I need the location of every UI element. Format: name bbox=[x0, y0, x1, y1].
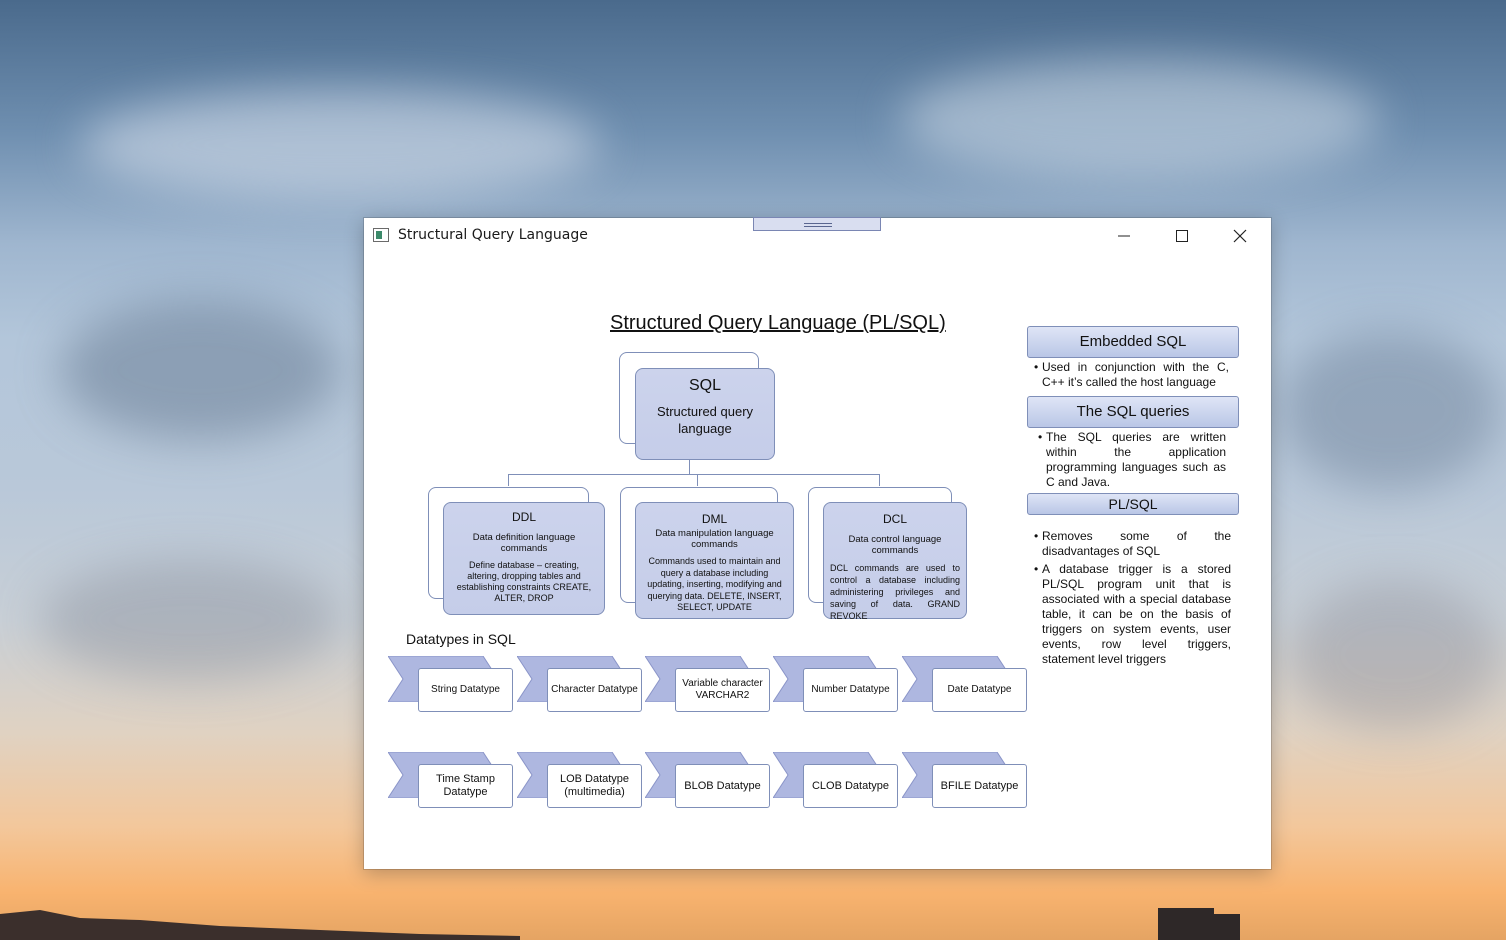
dml-subtitle: Data manipulation language commands bbox=[655, 528, 774, 550]
embedded-sql-heading-text: Embedded SQL bbox=[1079, 333, 1187, 350]
drag-handle[interactable] bbox=[753, 217, 881, 231]
app-window: Structural Query Language Structured Que… bbox=[364, 217, 1271, 869]
cloud bbox=[80, 90, 600, 200]
dml-title: DML bbox=[701, 512, 728, 526]
cloud bbox=[60, 300, 340, 440]
plsql-text: • Removes some of the disadvantages of SQ… bbox=[1034, 529, 1231, 666]
ddl-node: DDL Data definition language commands De… bbox=[443, 502, 605, 615]
datatype-box: LOB Datatype (multimedia) bbox=[547, 764, 642, 808]
datatype-box: CLOB Datatype bbox=[803, 764, 898, 808]
cloud bbox=[40, 560, 340, 680]
dcl-title: DCL bbox=[882, 512, 907, 526]
close-icon bbox=[1233, 229, 1247, 243]
ddl-title: DDL bbox=[511, 510, 536, 524]
cloud bbox=[900, 60, 1380, 180]
embedded-sql-bullet: Used in conjunction with the C, C++ it’s… bbox=[1042, 360, 1229, 389]
sql-queries-heading: The SQL queries bbox=[1027, 396, 1239, 428]
sql-root-subtitle: Structured query language bbox=[656, 404, 754, 436]
slide-title: Structured Query Language (PL/SQL) bbox=[610, 312, 946, 334]
connector bbox=[697, 474, 698, 486]
dml-description: Commands used to maintain and query a da… bbox=[647, 556, 782, 612]
dcl-subtitle: Data control language commands bbox=[848, 534, 942, 556]
connector bbox=[508, 474, 880, 475]
embedded-sql-heading: Embedded SQL bbox=[1027, 326, 1239, 358]
connector bbox=[689, 460, 690, 474]
connector bbox=[508, 474, 509, 486]
ddl-description: Define database – creating, altering, dr… bbox=[456, 560, 592, 603]
datatype-box: Date Datatype bbox=[932, 668, 1027, 712]
datatype-box: Character Datatype bbox=[547, 668, 642, 712]
plsql-heading: PL/SQL bbox=[1027, 493, 1239, 515]
minimize-icon bbox=[1118, 235, 1130, 237]
plsql-bullet: Removes some of the disadvantages of SQL bbox=[1042, 529, 1231, 558]
minimize-button[interactable] bbox=[1095, 218, 1153, 254]
app-icon bbox=[373, 228, 389, 242]
close-button[interactable] bbox=[1211, 218, 1269, 254]
sql-root-node: SQL Structured query language bbox=[635, 368, 775, 460]
city-skyline bbox=[0, 908, 1240, 940]
sql-root-title: SQL bbox=[688, 377, 721, 394]
dcl-description: DCL commands are used to control a datab… bbox=[830, 563, 960, 621]
embedded-sql-text: • Used in conjunction with the C, C++ it’… bbox=[1034, 360, 1229, 389]
dcl-node: DCL Data control language commands DCL c… bbox=[823, 502, 967, 621]
datatypes-heading: Datatypes in SQL bbox=[406, 631, 516, 647]
datatype-box: Variable character VARCHAR2 bbox=[675, 668, 770, 712]
ddl-subtitle: Data definition language commands bbox=[472, 532, 576, 554]
maximize-icon bbox=[1176, 230, 1188, 242]
cloud bbox=[1280, 330, 1500, 490]
datatype-box: Number Datatype bbox=[803, 668, 898, 712]
sql-queries-heading-text: The SQL queries bbox=[1076, 403, 1190, 420]
cloud bbox=[1290, 580, 1500, 730]
plsql-heading-text: PL/SQL bbox=[1108, 496, 1158, 512]
datatype-box: BLOB Datatype bbox=[675, 764, 770, 808]
plsql-bullet: A database trigger is a stored PL/SQL pr… bbox=[1042, 562, 1231, 666]
dml-node: DML Data manipulation language commands … bbox=[635, 502, 794, 619]
datatype-box: Time Stamp Datatype bbox=[418, 764, 513, 808]
connector bbox=[879, 474, 880, 486]
datatype-box: String Datatype bbox=[418, 668, 513, 712]
window-title: Structural Query Language bbox=[398, 227, 588, 243]
maximize-button[interactable] bbox=[1153, 218, 1211, 254]
sql-queries-bullet: The SQL queries are written within the a… bbox=[1046, 430, 1226, 489]
sql-queries-text: • The SQL queries are written within the … bbox=[1038, 430, 1226, 489]
datatype-box: BFILE Datatype bbox=[932, 764, 1027, 808]
